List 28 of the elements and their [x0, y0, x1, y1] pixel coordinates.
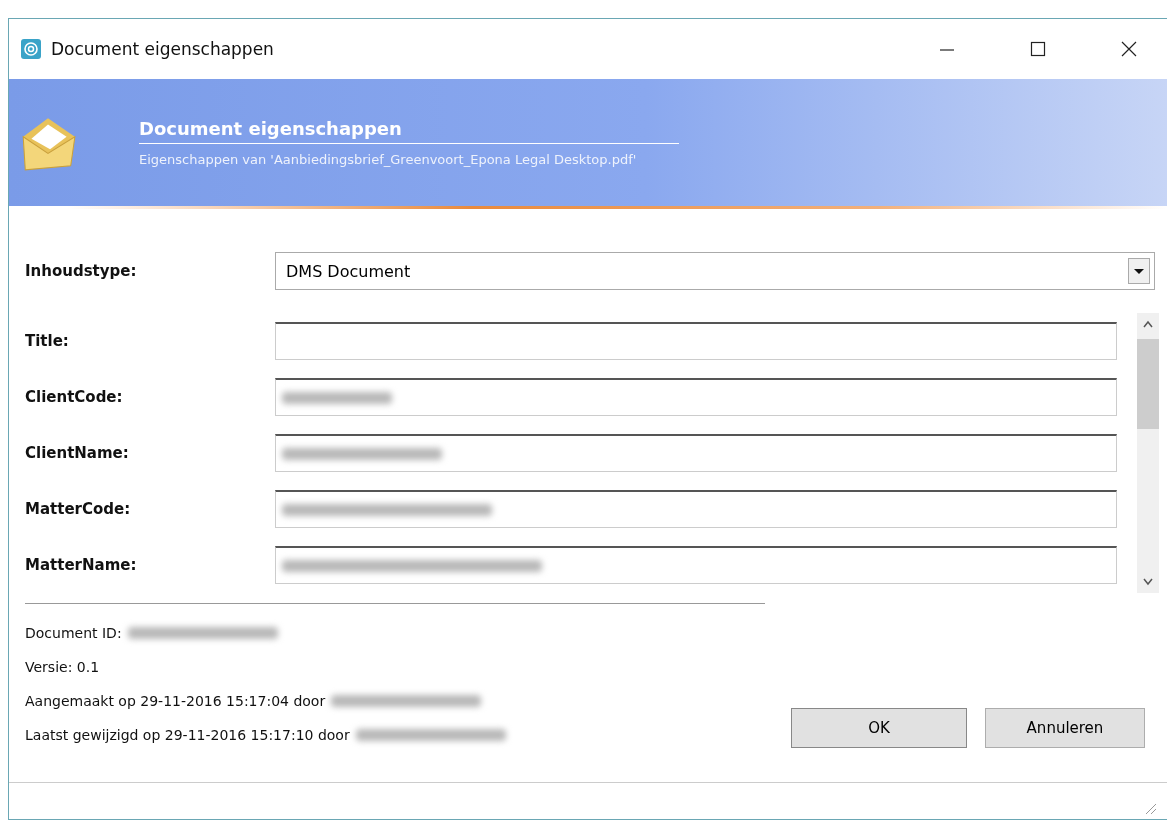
maximize-icon[interactable] — [1030, 41, 1046, 57]
resize-grip-icon[interactable] — [1143, 801, 1157, 815]
info-text: Versie: 0.1 — [25, 659, 100, 675]
input-field[interactable] — [275, 546, 1117, 584]
field-label: Title: — [25, 332, 70, 350]
dialog-button[interactable]: OK — [791, 708, 967, 748]
field-label: ClientCode: — [25, 388, 124, 406]
scroll-down-icon[interactable] — [1142, 577, 1154, 587]
header-subtitle: Eigenschappen van 'Aanbiedingsbrief_Greenvoort_Epona Legal Desktop.pdf' — [139, 152, 638, 167]
info-text: Laatst gewijzigd op 29-11-2016 15:17:10 door — [25, 727, 350, 743]
scroll-up-icon[interactable] — [1142, 319, 1154, 329]
scrollbar[interactable] — [1137, 313, 1159, 593]
field-label: Inhoudstype: — [25, 262, 138, 280]
input-field[interactable] — [275, 378, 1117, 416]
field-label: MatterName: — [25, 556, 138, 574]
input-field[interactable] — [275, 490, 1117, 528]
dialog-button[interactable]: Annuleren — [985, 708, 1145, 748]
header-title: Document eigenschappen — [139, 118, 679, 144]
input-field[interactable] — [275, 322, 1117, 360]
input-field[interactable] — [275, 434, 1117, 472]
info-text: Document ID: — [25, 625, 122, 641]
window-title: Document eigenschappen — [51, 39, 274, 59]
info-text: Aangemaakt op 29-11-2016 15:17:04 door — [25, 693, 326, 709]
content-type-dropdown[interactable]: DMS Document — [275, 252, 1155, 290]
close-icon[interactable] — [1121, 41, 1137, 57]
at-sign-icon — [21, 39, 41, 59]
field-label: MatterCode: — [25, 500, 132, 518]
field-label: ClientName: — [25, 444, 130, 462]
